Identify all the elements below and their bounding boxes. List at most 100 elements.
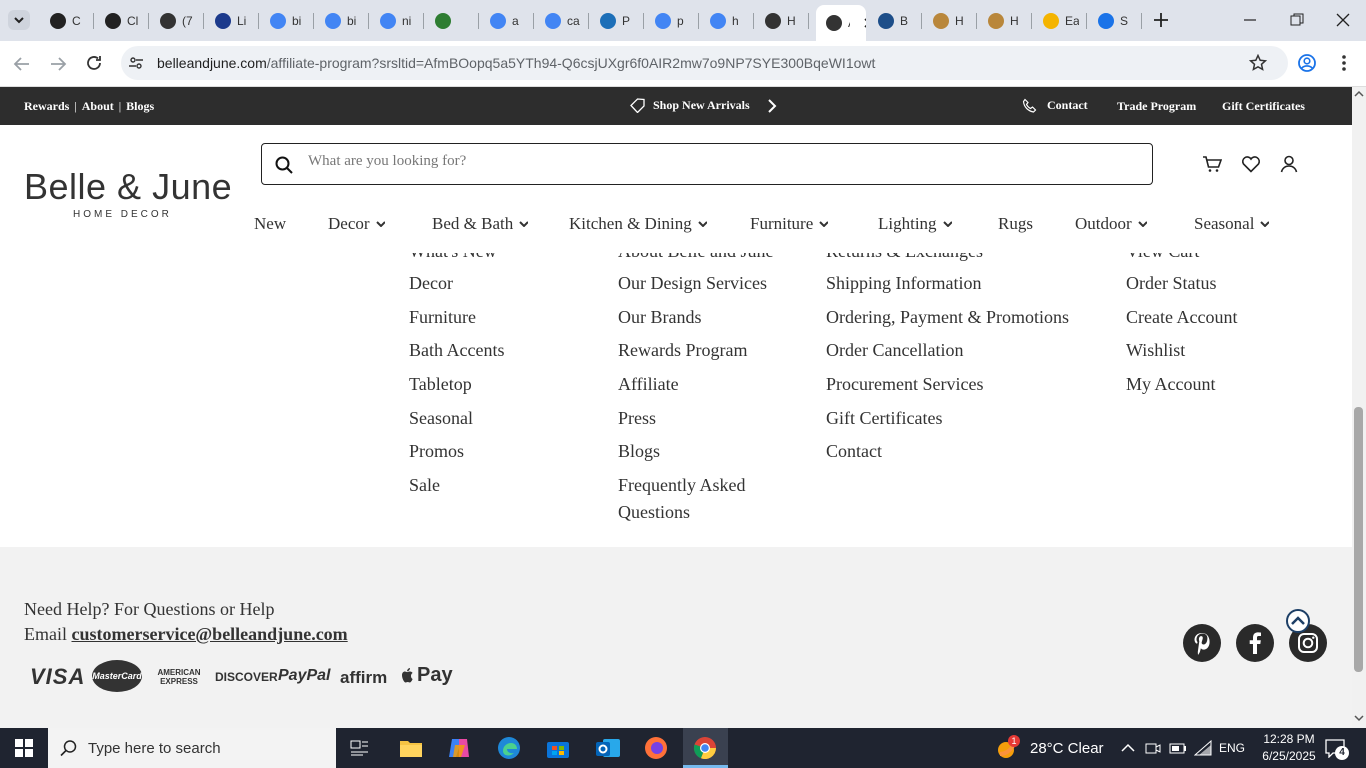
wishlist-button[interactable] bbox=[1241, 155, 1261, 173]
pinterest-button[interactable] bbox=[1183, 624, 1221, 662]
footer-link[interactable]: Shipping Information bbox=[826, 273, 982, 294]
minimize-button[interactable] bbox=[1242, 12, 1258, 28]
footer-link[interactable]: Order Status bbox=[1126, 273, 1216, 294]
task-view-button[interactable] bbox=[350, 739, 370, 757]
footer-link[interactable]: My Account bbox=[1126, 374, 1216, 395]
nav-item[interactable]: Lighting bbox=[878, 214, 952, 234]
facebook-button[interactable] bbox=[1236, 624, 1274, 662]
show-hidden-icons-button[interactable] bbox=[1120, 741, 1136, 755]
browser-tab[interactable]: ca bbox=[535, 7, 589, 35]
nav-item[interactable]: Rugs bbox=[998, 214, 1033, 234]
footer-link[interactable]: Decor bbox=[409, 273, 453, 294]
back-to-top-button[interactable] bbox=[1286, 609, 1310, 633]
footer-link[interactable]: Our Design Services bbox=[618, 273, 767, 294]
back-button[interactable] bbox=[13, 55, 31, 73]
start-button[interactable] bbox=[15, 739, 33, 757]
browser-tab[interactable]: h bbox=[700, 7, 754, 35]
shop-new-arrivals-link[interactable]: Shop New Arrivals bbox=[630, 98, 778, 113]
page-scrollbar[interactable] bbox=[1352, 87, 1366, 728]
scroll-down-arrow-icon[interactable] bbox=[1354, 715, 1364, 722]
browser-tab[interactable]: Ea bbox=[1033, 7, 1087, 35]
footer-link[interactable]: Furniture bbox=[409, 307, 476, 328]
footer-link[interactable]: Frequently Asked bbox=[618, 475, 746, 496]
profile-button[interactable] bbox=[1297, 53, 1317, 73]
cart-button[interactable] bbox=[1202, 155, 1222, 173]
gift-certificates-link[interactable]: Gift Certificates bbox=[1222, 99, 1305, 114]
footer-link[interactable]: Procurement Services bbox=[826, 374, 983, 395]
close-window-button[interactable] bbox=[1335, 12, 1351, 28]
footer-link[interactable]: Blogs bbox=[618, 441, 660, 462]
footer-link[interactable]: Returns & Exchanges bbox=[826, 253, 983, 262]
browser-tab[interactable]: a bbox=[480, 7, 534, 35]
footer-link[interactable]: Bath Accents bbox=[409, 340, 504, 361]
footer-link[interactable]: Questions bbox=[618, 502, 690, 523]
nav-item[interactable]: Kitchen & Dining bbox=[569, 214, 707, 234]
footer-link[interactable]: Wishlist bbox=[1126, 340, 1185, 361]
browser-tab[interactable]: S bbox=[1088, 7, 1142, 35]
new-tab-button[interactable] bbox=[1152, 11, 1170, 29]
browser-tab[interactable]: C bbox=[40, 7, 94, 35]
nav-item[interactable]: Bed & Bath bbox=[432, 214, 529, 234]
browser-tab[interactable]: p bbox=[645, 7, 699, 35]
footer-link[interactable]: Gift Certificates bbox=[826, 408, 942, 429]
browser-tab[interactable]: P bbox=[590, 7, 644, 35]
browser-tab[interactable]: H bbox=[978, 7, 1032, 35]
blogs-link[interactable]: Blogs bbox=[126, 99, 154, 114]
footer-link[interactable]: Contact bbox=[826, 441, 882, 462]
search-bar[interactable] bbox=[261, 143, 1153, 185]
nav-item[interactable]: New bbox=[254, 214, 286, 234]
copilot-button[interactable] bbox=[447, 737, 471, 759]
wifi-icon[interactable] bbox=[1194, 740, 1212, 756]
url-text[interactable]: belleandjune.com/affiliate-program?srslt… bbox=[157, 55, 875, 71]
edge-button[interactable] bbox=[497, 736, 521, 760]
outlook-button[interactable] bbox=[595, 736, 621, 760]
scroll-up-arrow-icon[interactable] bbox=[1354, 90, 1364, 97]
language-indicator[interactable]: ENG bbox=[1219, 741, 1245, 755]
footer-link[interactable]: Press bbox=[618, 408, 656, 429]
chrome-taskbar-button[interactable] bbox=[683, 728, 728, 768]
weather-widget[interactable]: 1 28°C Clear bbox=[996, 735, 1104, 760]
nav-item[interactable]: Seasonal bbox=[1194, 214, 1270, 234]
browser-tab[interactable]: bi bbox=[315, 7, 369, 35]
nav-item[interactable]: Furniture bbox=[750, 214, 829, 234]
about-link[interactable]: About bbox=[82, 99, 114, 114]
file-explorer-button[interactable] bbox=[399, 738, 423, 758]
footer-link[interactable]: Affiliate bbox=[618, 374, 679, 395]
footer-link[interactable]: View Cart bbox=[1126, 253, 1199, 262]
search-input[interactable] bbox=[308, 153, 1108, 170]
contact-link[interactable]: Contact bbox=[1022, 98, 1088, 113]
forward-button[interactable] bbox=[49, 55, 67, 73]
browser-tab[interactable]: B bbox=[868, 7, 922, 35]
battery-icon[interactable] bbox=[1169, 740, 1187, 756]
browser-tab[interactable]: (7 bbox=[150, 7, 204, 35]
bookmark-star-button[interactable] bbox=[1249, 54, 1267, 72]
footer-link[interactable]: Ordering, Payment & Promotions bbox=[826, 307, 1069, 328]
footer-link[interactable]: Seasonal bbox=[409, 408, 473, 429]
taskbar-search-box[interactable]: Type here to search bbox=[48, 728, 336, 768]
search-icon[interactable] bbox=[275, 156, 293, 174]
restore-button[interactable] bbox=[1289, 12, 1305, 28]
footer-link[interactable]: About Belle and June bbox=[618, 253, 773, 262]
browser-tab[interactable]: Cl bbox=[95, 7, 149, 35]
footer-link[interactable]: Tabletop bbox=[409, 374, 472, 395]
browser-tab[interactable]: H bbox=[923, 7, 977, 35]
browser-tab[interactable]: bi bbox=[260, 7, 314, 35]
footer-link[interactable]: Create Account bbox=[1126, 307, 1237, 328]
reload-button[interactable] bbox=[85, 54, 103, 72]
browser-tab[interactable] bbox=[425, 7, 479, 35]
footer-link[interactable]: What's New bbox=[409, 253, 497, 262]
rewards-link[interactable]: Rewards bbox=[24, 99, 69, 114]
tab-search-button[interactable] bbox=[8, 10, 30, 30]
customer-service-email-link[interactable]: customerservice@belleandjune.com bbox=[72, 624, 348, 644]
logo[interactable]: Belle & June HOME DECOR bbox=[24, 167, 232, 221]
nav-item[interactable]: Outdoor bbox=[1075, 214, 1147, 234]
browser-tab[interactable]: ni bbox=[370, 7, 424, 35]
store-button[interactable] bbox=[546, 737, 570, 759]
firefox-button[interactable] bbox=[644, 736, 668, 760]
browser-menu-button[interactable] bbox=[1336, 53, 1352, 73]
footer-link[interactable]: Sale bbox=[409, 475, 440, 496]
scrollbar-thumb[interactable] bbox=[1354, 407, 1363, 672]
nav-item[interactable]: Decor bbox=[328, 214, 385, 234]
browser-tab[interactable]: H bbox=[755, 7, 809, 35]
account-button[interactable] bbox=[1280, 155, 1298, 173]
